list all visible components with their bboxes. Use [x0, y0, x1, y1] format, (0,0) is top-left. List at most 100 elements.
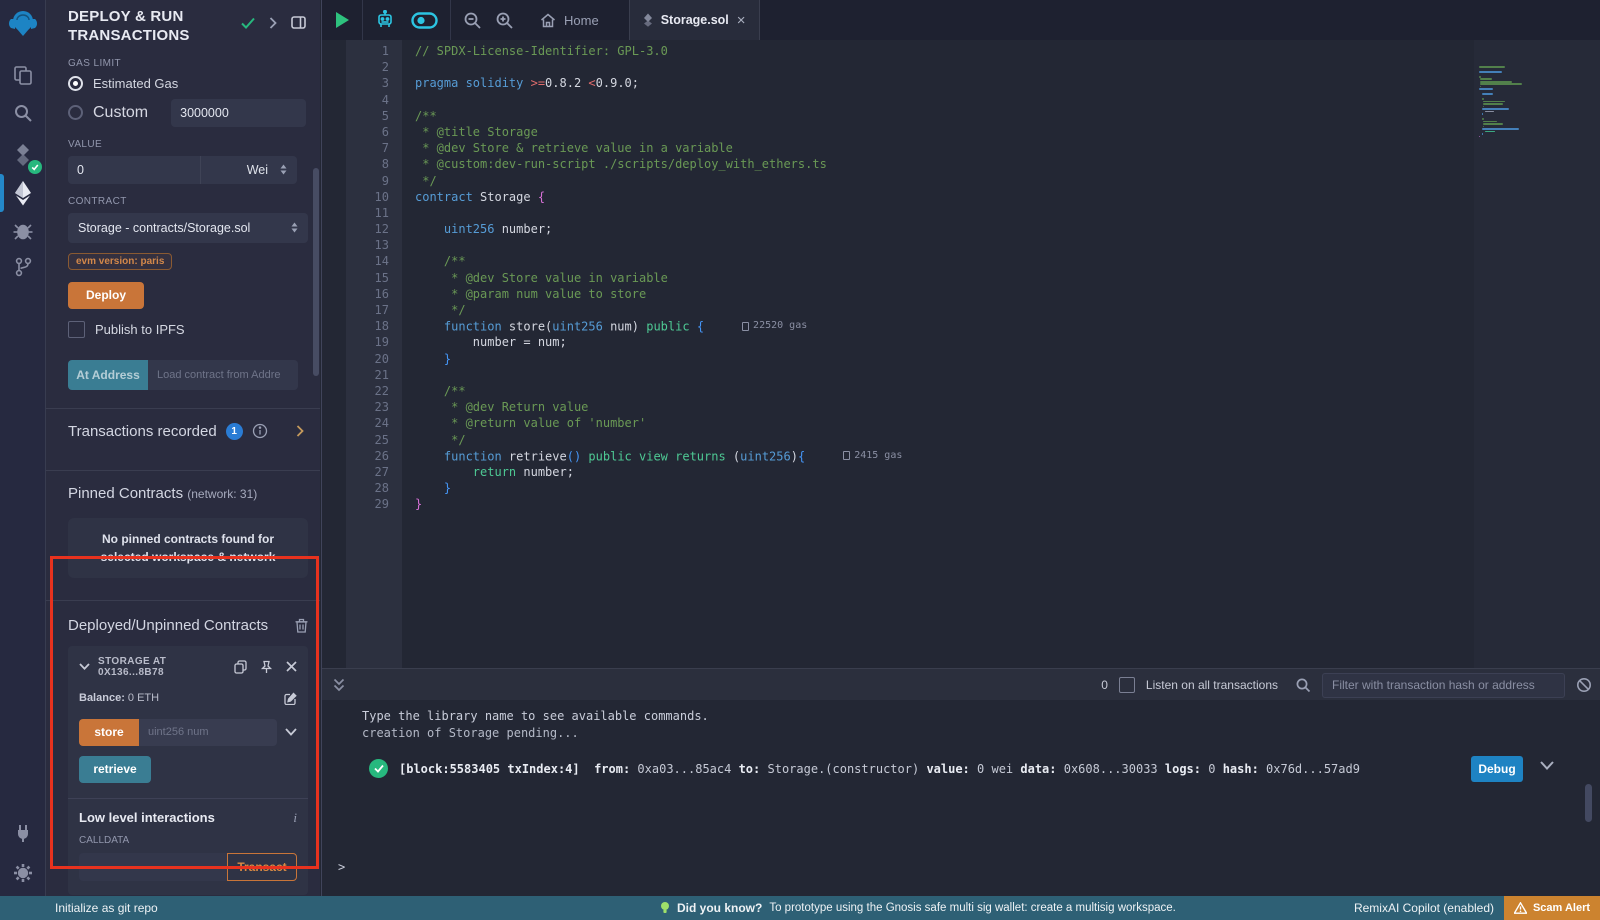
close-icon[interactable] — [286, 661, 297, 672]
panel-expand-icon[interactable] — [269, 17, 277, 29]
terminal[interactable]: Type the library name to see available c… — [322, 700, 1600, 896]
at-address-button[interactable]: At Address — [68, 360, 148, 390]
status-bar: Initialize as git repo Did you know? To … — [0, 896, 1600, 920]
terminal-prompt[interactable]: > — [338, 860, 345, 874]
value-unit-select[interactable]: Wei — [200, 156, 297, 184]
lightbulb-icon — [660, 901, 670, 915]
transactions-recorded-section[interactable]: Transactions recorded 1 — [68, 409, 308, 452]
copilot-status[interactable]: RemixAI Copilot (enabled) — [1354, 901, 1494, 915]
file-explorer-icon[interactable] — [8, 60, 38, 90]
pinned-contracts-header: Pinned Contracts (network: 31) — [68, 471, 308, 504]
deploy-run-icon[interactable] — [8, 178, 38, 208]
panel-scrollbar[interactable] — [313, 168, 319, 376]
transaction-log-row[interactable]: [block:5583405 txIndex:4] from: 0xa03...… — [322, 759, 1600, 778]
retrieve-function-button[interactable]: retrieve — [79, 756, 151, 783]
compile-success-badge — [28, 160, 42, 174]
plugin-manager-icon[interactable] — [8, 818, 38, 848]
balance-text: Balance: 0 ETH — [79, 692, 159, 704]
tab-home[interactable]: Home — [526, 0, 613, 40]
contract-instance-title[interactable]: STORAGE AT 0X136...8B78 — [98, 656, 226, 678]
copy-icon[interactable] — [234, 660, 247, 674]
solidity-file-icon — [643, 13, 653, 27]
tab-home-label: Home — [564, 13, 599, 28]
store-function-button[interactable]: store — [79, 719, 139, 746]
store-arg-input[interactable] — [139, 719, 277, 746]
clear-console-icon[interactable] — [1576, 677, 1592, 693]
value-label: VALUE — [68, 139, 308, 150]
calldata-label: CALLDATA — [79, 835, 297, 846]
updown-arrows-icon — [280, 164, 287, 175]
publish-ipfs-checkbox[interactable] — [68, 321, 85, 338]
copilot-toggle-icon[interactable] — [411, 12, 438, 29]
value-input[interactable] — [68, 156, 200, 184]
remix-logo-icon[interactable] — [8, 8, 38, 38]
chevron-right-icon[interactable] — [296, 425, 304, 437]
search-icon[interactable] — [1295, 677, 1311, 693]
transact-button[interactable]: Transact — [227, 853, 297, 881]
remix-logo — [8, 8, 38, 38]
gas-limit-label: GAS LIMIT — [68, 58, 308, 69]
code-editor[interactable]: 1// SPDX-License-Identifier: GPL-3.023pr… — [322, 40, 1600, 708]
git-icon[interactable] — [8, 252, 38, 282]
calldata-input[interactable] — [79, 853, 227, 881]
contract-selected-text: Storage - contracts/Storage.sol — [78, 221, 250, 235]
deployed-contract-card: STORAGE AT 0X136...8B78 Bal — [68, 646, 308, 895]
edit-icon[interactable] — [284, 692, 297, 705]
zoom-in-icon[interactable] — [495, 11, 514, 30]
solidity-compiler-icon[interactable] — [8, 140, 38, 170]
estimated-gas-option[interactable]: Estimated Gas — [68, 76, 308, 91]
zoom-out-icon[interactable] — [463, 11, 482, 30]
terminal-line: Type the library name to see available c… — [362, 708, 1600, 725]
run-script-icon[interactable] — [334, 11, 350, 29]
custom-gas-option[interactable]: Custom — [68, 99, 308, 127]
did-you-know-tip: Did you know? To prototype using the Gno… — [660, 901, 1176, 915]
divider — [68, 798, 308, 799]
terminal-scrollbar[interactable] — [1585, 784, 1592, 822]
contract-select[interactable]: Storage - contracts/Storage.sol — [68, 213, 308, 243]
estimated-gas-text: Estimated Gas — [93, 76, 178, 91]
estimated-gas-radio[interactable] — [68, 76, 83, 91]
publish-ipfs-option[interactable]: Publish to IPFS — [68, 321, 308, 338]
custom-gas-input[interactable] — [171, 99, 306, 127]
debug-button[interactable]: Debug — [1471, 756, 1523, 782]
transactions-count-badge: 1 — [226, 423, 243, 440]
warning-icon — [1514, 902, 1527, 914]
trash-icon[interactable] — [295, 618, 308, 633]
evm-version-badge: evm version: paris — [68, 253, 172, 270]
search-icon[interactable] — [8, 98, 38, 128]
panel-title: DEPLOY & RUN TRANSACTIONS — [68, 8, 238, 46]
git-init-status[interactable]: Initialize as git repo — [55, 901, 158, 915]
deploy-button[interactable]: Deploy — [68, 282, 144, 309]
expand-args-icon[interactable] — [285, 728, 297, 736]
chevron-down-icon[interactable] — [79, 663, 90, 670]
ai-assistant-icon[interactable] — [375, 10, 395, 30]
main-area: Home Storage.sol × 1// SPDX-License-Iden… — [321, 0, 1600, 896]
tab-close-icon[interactable]: × — [737, 12, 746, 29]
active-plugin-indicator — [0, 174, 4, 212]
terminal-filter-input[interactable] — [1322, 673, 1565, 698]
tab-storage-label: Storage.sol — [661, 13, 729, 27]
value-unit-text: Wei — [247, 163, 268, 177]
tx-summary: [block:5583405 txIndex:4] from: 0xa03...… — [399, 762, 1360, 776]
terminal-line: creation of Storage pending... — [362, 725, 1600, 742]
custom-gas-text: Custom — [93, 104, 148, 122]
tab-storage-sol[interactable]: Storage.sol × — [629, 0, 760, 40]
panel-layout-icon[interactable] — [291, 16, 306, 29]
minimap[interactable] — [1474, 40, 1600, 708]
pin-icon[interactable] — [260, 660, 273, 674]
listen-all-checkbox[interactable] — [1119, 677, 1135, 693]
code-lines[interactable]: 1// SPDX-License-Identifier: GPL-3.023pr… — [322, 40, 1600, 512]
collapse-terminal-icon[interactable] — [333, 678, 345, 692]
info-icon[interactable]: i — [293, 810, 297, 826]
info-icon[interactable] — [252, 423, 268, 439]
custom-gas-radio[interactable] — [68, 105, 83, 120]
expand-tx-icon[interactable] — [1540, 761, 1554, 770]
at-address-input[interactable] — [148, 360, 298, 390]
low-level-title: Low level interactions — [79, 810, 215, 825]
tx-success-icon — [369, 759, 388, 778]
terminal-toolbar: 0 Listen on all transactions — [322, 668, 1600, 701]
icon-rail — [0, 0, 46, 896]
settings-gear-icon[interactable] — [8, 858, 38, 888]
debugger-icon[interactable] — [8, 216, 38, 246]
scam-alert-badge[interactable]: Scam Alert — [1504, 896, 1600, 920]
